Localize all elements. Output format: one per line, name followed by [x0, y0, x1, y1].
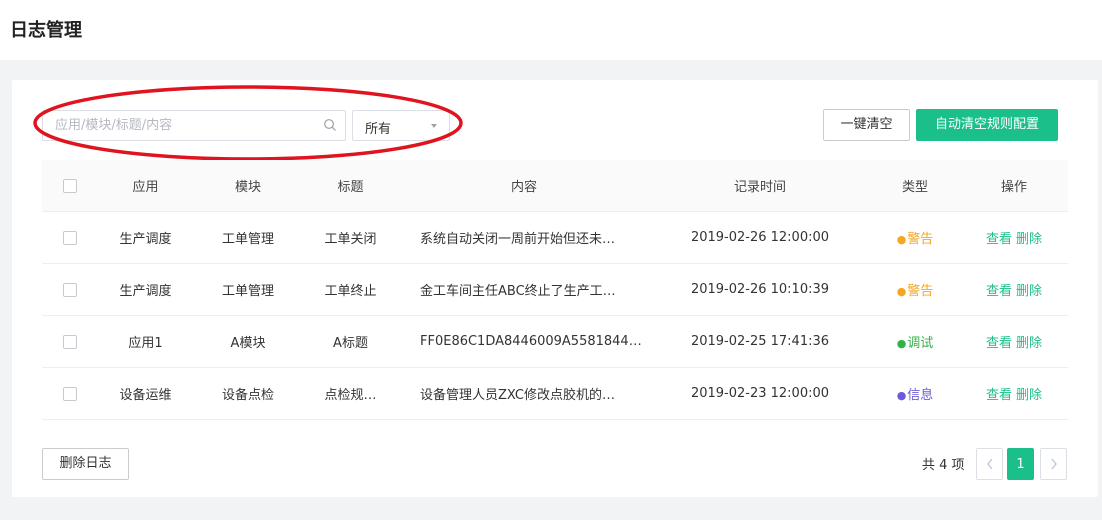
- row-title: 工单终止: [324, 284, 377, 299]
- row-checkbox-cell[interactable]: [42, 264, 98, 315]
- table-row: 生产调度 工单管理 工单关闭 系统自动关闭一周前开始但还未… 2019-02-2…: [42, 212, 1068, 264]
- row-type: ●警告: [870, 264, 960, 315]
- chevron-left-icon: [986, 458, 993, 470]
- type-label: 信息: [907, 388, 934, 403]
- view-link[interactable]: 查看: [986, 384, 1012, 403]
- row-content: 设备管理人员ZXC修改点胶机的…: [420, 388, 615, 403]
- header-actions: 操作: [1000, 180, 1027, 195]
- pager-page-1[interactable]: 1: [1007, 448, 1034, 480]
- row-type: ●警告: [870, 212, 960, 263]
- row-content: FF0E86C1DA8446009A5581844…: [420, 334, 642, 349]
- type-label: 警告: [907, 232, 934, 247]
- pager-next-button[interactable]: [1040, 448, 1067, 480]
- page-title: 日志管理: [10, 20, 82, 41]
- type-filter-select[interactable]: 所有: [352, 110, 450, 141]
- row-time: 2019-02-26 12:00:00: [690, 230, 830, 245]
- pager-prev-button[interactable]: [976, 448, 1003, 480]
- row-app: 设备运维: [119, 388, 172, 403]
- table-header: 应用 模块 标题 内容 记录时间 类型 操作: [42, 160, 1068, 212]
- header-time: 记录时间: [733, 180, 786, 195]
- table-row: 生产调度 工单管理 工单终止 金工车间主任ABC终止了生产工… 2019-02-…: [42, 264, 1068, 316]
- delete-link[interactable]: 删除: [1016, 228, 1042, 247]
- view-link[interactable]: 查看: [986, 332, 1012, 351]
- row-checkbox-cell[interactable]: [42, 368, 98, 419]
- search-input[interactable]: [43, 111, 313, 140]
- select-all-checkbox[interactable]: [63, 178, 77, 193]
- type-filter-value: 所有: [365, 122, 392, 137]
- row-actions: 查看 删除: [960, 212, 1068, 263]
- table-row: 设备运维 设备点检 点检规… 设备管理人员ZXC修改点胶机的… 2019-02-…: [42, 368, 1068, 420]
- row-type: ●信息: [870, 368, 960, 419]
- row-checkbox[interactable]: [63, 282, 77, 297]
- row-checkbox[interactable]: [63, 230, 77, 245]
- type-label: 警告: [907, 284, 934, 299]
- page-header: 日志管理: [0, 0, 1102, 60]
- view-link[interactable]: 查看: [986, 228, 1012, 247]
- delete-link[interactable]: 删除: [1016, 280, 1042, 299]
- row-time: 2019-02-23 12:00:00: [690, 386, 830, 401]
- type-badge: ●调试: [896, 336, 934, 351]
- row-checkbox-cell[interactable]: [42, 316, 98, 367]
- search-box[interactable]: [42, 110, 346, 141]
- table-row: 应用1 A模块 A标题 FF0E86C1DA8446009A5581844… 2…: [42, 316, 1068, 368]
- type-badge: ●警告: [896, 232, 934, 247]
- auto-clear-rule-button[interactable]: 自动清空规则配置: [916, 109, 1058, 141]
- log-table: 应用 模块 标题 内容 记录时间 类型 操作 生产调度 工单管理 工单关闭 系统…: [42, 160, 1068, 420]
- row-title: A标题: [333, 336, 368, 351]
- header-module: 模块: [234, 180, 261, 195]
- pager-total: 共 4 项: [922, 458, 965, 473]
- row-content: 系统自动关闭一周前开始但还未…: [420, 232, 616, 247]
- row-checkbox-cell[interactable]: [42, 212, 98, 263]
- header-title: 标题: [337, 180, 364, 195]
- row-app: 应用1: [128, 336, 163, 351]
- delete-log-button[interactable]: 删除日志: [42, 448, 129, 480]
- row-title: 工单关闭: [324, 232, 377, 247]
- header-app: 应用: [132, 180, 159, 195]
- type-badge: ●警告: [896, 284, 934, 299]
- clear-all-button[interactable]: 一键清空: [823, 109, 910, 141]
- header-content: 内容: [510, 180, 537, 195]
- row-app: 生产调度: [119, 284, 172, 299]
- log-card: 所有 一键清空 自动清空规则配置 应用 模块 标题 内容 记录时间 类型 操作 …: [12, 80, 1098, 497]
- row-actions: 查看 删除: [960, 264, 1068, 315]
- row-type: ●调试: [870, 316, 960, 367]
- row-module: A模块: [230, 336, 266, 351]
- row-actions: 查看 删除: [960, 368, 1068, 419]
- row-title: 点检规…: [324, 388, 377, 403]
- row-time: 2019-02-25 17:41:36: [690, 334, 830, 349]
- view-link[interactable]: 查看: [986, 280, 1012, 299]
- caret-down-icon: [431, 124, 437, 128]
- row-module: 工单管理: [221, 284, 274, 299]
- row-module: 设备点检: [221, 388, 274, 403]
- header-type: 类型: [901, 180, 928, 195]
- row-content: 金工车间主任ABC终止了生产工…: [420, 284, 616, 299]
- row-checkbox[interactable]: [63, 386, 77, 401]
- header-checkbox-cell[interactable]: [42, 160, 98, 211]
- search-icon[interactable]: [323, 118, 337, 132]
- type-badge: ●信息: [896, 388, 934, 403]
- row-checkbox[interactable]: [63, 334, 77, 349]
- row-actions: 查看 删除: [960, 316, 1068, 367]
- row-app: 生产调度: [119, 232, 172, 247]
- row-module: 工单管理: [221, 232, 274, 247]
- delete-link[interactable]: 删除: [1016, 332, 1042, 351]
- row-time: 2019-02-26 10:10:39: [690, 282, 830, 297]
- delete-link[interactable]: 删除: [1016, 384, 1042, 403]
- chevron-right-icon: [1050, 458, 1057, 470]
- type-label: 调试: [907, 336, 934, 351]
